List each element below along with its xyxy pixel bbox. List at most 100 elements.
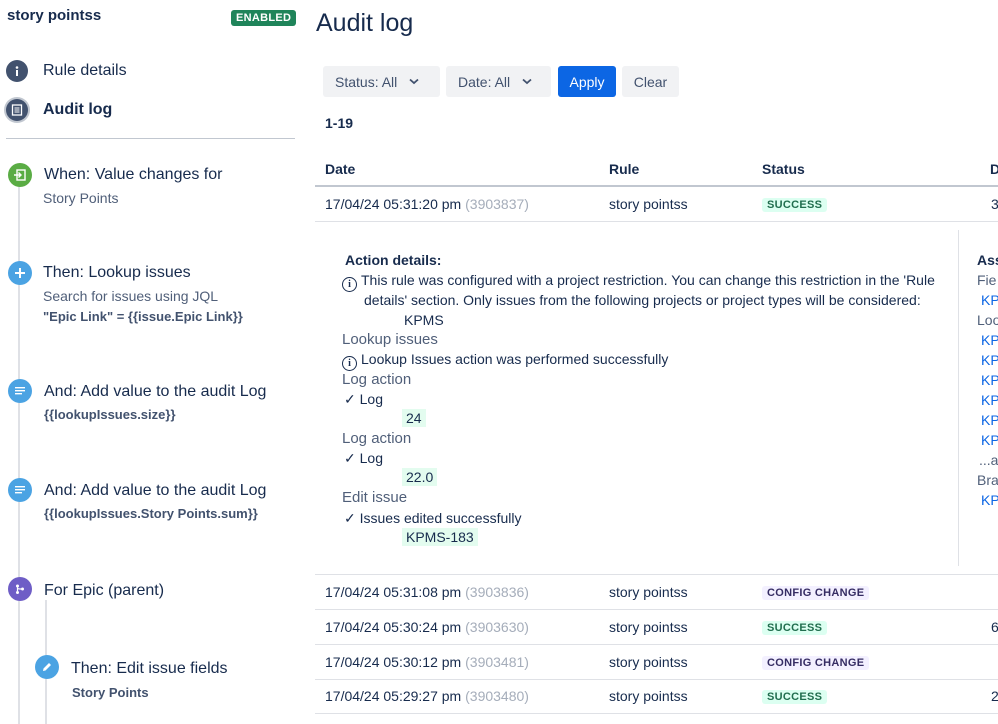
row-divider bbox=[315, 679, 998, 680]
chevron-down-icon bbox=[409, 78, 419, 85]
issue-link[interactable]: KP bbox=[981, 332, 998, 348]
issue-link[interactable]: KP bbox=[981, 392, 998, 408]
issue-link[interactable]: KP bbox=[981, 372, 998, 388]
action-details-panel: Action details: i This rule was configure… bbox=[315, 222, 998, 574]
pencil-icon bbox=[35, 655, 59, 679]
edit-issue-heading: Edit issue bbox=[342, 489, 408, 506]
step-add-audit-log[interactable]: And: Add value to the audit Log {{lookup… bbox=[0, 377, 295, 427]
step-trigger[interactable]: When: Value changes for Story Points bbox=[0, 160, 295, 210]
row-date[interactable]: 17/04/24 05:31:08 pm (3903836) bbox=[325, 584, 529, 600]
log-label: Log bbox=[359, 450, 383, 466]
info-icon bbox=[6, 60, 28, 82]
fields-label: Fie bbox=[977, 272, 997, 288]
log-value: 22.0 bbox=[402, 468, 438, 486]
main-content: Audit log Status: All Date: All Apply Cl… bbox=[300, 0, 998, 724]
status-badge: SUCCESS bbox=[762, 690, 828, 704]
column-header-d: D bbox=[990, 161, 998, 177]
issue-link[interactable]: KP bbox=[981, 292, 998, 308]
date-filter-label: Date: All bbox=[458, 73, 511, 90]
column-header-rule: Rule bbox=[609, 161, 640, 177]
step-subtitle: Story Points bbox=[43, 190, 119, 206]
step-subtitle: Search for issues using JQL bbox=[43, 288, 219, 304]
status-badge: CONFIG CHANGE bbox=[762, 656, 870, 670]
log-line: ✓ Log bbox=[344, 450, 383, 467]
log-action-heading: Log action bbox=[342, 371, 412, 388]
execution-id: (3903481) bbox=[465, 654, 529, 670]
nav-rule-details[interactable]: Rule details bbox=[6, 58, 127, 84]
date-filter-dropdown[interactable]: Date: All bbox=[446, 66, 551, 97]
row-divider bbox=[315, 713, 998, 714]
info-icon: i bbox=[342, 356, 357, 371]
row-divider bbox=[315, 574, 998, 575]
issue-link[interactable]: KP bbox=[981, 432, 998, 448]
row-date[interactable]: 17/04/24 05:30:12 pm (3903481) bbox=[325, 654, 529, 670]
edit-message-text: Issues edited successfully bbox=[359, 510, 522, 526]
step-title: Then: Lookup issues bbox=[43, 264, 191, 281]
action-details-title: Action details: bbox=[345, 252, 442, 268]
date-text: 17/04/24 05:29:27 pm bbox=[325, 688, 462, 704]
result-range: 1-19 bbox=[325, 115, 354, 131]
header-divider bbox=[315, 185, 998, 187]
nav-audit-log-label: Audit log bbox=[43, 101, 113, 118]
row-extra: 6 bbox=[991, 619, 998, 635]
restriction-project: KPMS bbox=[404, 312, 444, 328]
list-icon bbox=[6, 99, 28, 121]
date-text: 17/04/24 05:31:08 pm bbox=[325, 584, 462, 600]
column-header-status: Status bbox=[762, 161, 805, 177]
row-date[interactable]: 17/04/24 05:30:24 pm (3903630) bbox=[325, 619, 529, 635]
step-value: {{lookupIssues.Story Points.sum}} bbox=[44, 506, 258, 521]
row-date[interactable]: 17/04/24 05:29:27 pm (3903480) bbox=[325, 688, 529, 704]
lookup-issues-message: i Lookup Issues action was performed succ… bbox=[342, 351, 668, 371]
check-icon: ✓ bbox=[344, 450, 356, 466]
plus-icon bbox=[8, 261, 32, 285]
log-action-heading: Log action bbox=[342, 430, 412, 447]
check-icon: ✓ bbox=[344, 510, 356, 526]
issue-link[interactable]: KP bbox=[981, 492, 998, 508]
step-field: Story Points bbox=[72, 685, 149, 700]
step-value: {{lookupIssues.size}} bbox=[44, 407, 176, 422]
issue-link[interactable]: KP bbox=[981, 412, 998, 428]
nav-audit-log[interactable]: Audit log bbox=[6, 97, 112, 123]
issue-link[interactable]: KP bbox=[981, 352, 998, 368]
restriction-text-1: This rule was configured with a project … bbox=[361, 272, 935, 288]
apply-button[interactable]: Apply bbox=[558, 66, 616, 97]
log-line: ✓ Log bbox=[344, 391, 383, 408]
rule-name: story pointss bbox=[7, 7, 102, 24]
restriction-line-2: details' section. Only issues from the f… bbox=[364, 292, 921, 308]
restriction-line-1: i This rule was configured with a project… bbox=[342, 272, 935, 292]
step-title: Then: Edit issue fields bbox=[71, 660, 228, 677]
status-filter-dropdown[interactable]: Status: All bbox=[323, 66, 440, 97]
more-link[interactable]: ...a bbox=[979, 452, 998, 468]
column-header-date: Date bbox=[325, 161, 356, 177]
step-title: For Epic (parent) bbox=[44, 582, 165, 599]
sidebar-divider bbox=[6, 138, 295, 139]
page-title: Audit log bbox=[316, 9, 414, 37]
step-title: And: Add value to the audit Log bbox=[44, 383, 267, 400]
row-rule: story pointss bbox=[609, 196, 688, 212]
chevron-down-icon bbox=[522, 78, 532, 85]
status-badge: SUCCESS bbox=[762, 198, 828, 212]
clear-button[interactable]: Clear bbox=[622, 66, 679, 97]
step-for-epic[interactable]: For Epic (parent) bbox=[0, 576, 295, 606]
step-edit-issue-fields[interactable]: Then: Edit issue fields Story Points bbox=[30, 654, 295, 704]
status-badge: CONFIG CHANGE bbox=[762, 586, 870, 600]
row-rule: story pointss bbox=[609, 584, 688, 600]
row-date[interactable]: 17/04/24 05:31:20 pm (3903837) bbox=[325, 196, 529, 212]
log-icon bbox=[8, 478, 32, 502]
step-add-audit-log[interactable]: And: Add value to the audit Log {{lookup… bbox=[0, 476, 295, 526]
date-text: 17/04/24 05:30:24 pm bbox=[325, 619, 462, 635]
lookup-label: Loo bbox=[977, 312, 998, 328]
lookup-issues-heading: Lookup issues bbox=[342, 331, 438, 348]
status-badge: SUCCESS bbox=[762, 621, 828, 635]
row-divider bbox=[315, 609, 998, 610]
status-filter-label: Status: All bbox=[335, 73, 398, 90]
enabled-badge: ENABLED bbox=[231, 10, 297, 26]
edited-issue-link[interactable]: KPMS-183 bbox=[402, 528, 478, 546]
edit-issue-message: ✓ Issues edited successfully bbox=[344, 510, 521, 527]
step-lookup-issues[interactable]: Then: Lookup issues Search for issues us… bbox=[0, 258, 295, 328]
execution-id: (3903630) bbox=[465, 619, 529, 635]
execution-id: (3903836) bbox=[465, 584, 529, 600]
date-text: 17/04/24 05:31:20 pm bbox=[325, 196, 462, 212]
row-rule: story pointss bbox=[609, 688, 688, 704]
log-value: 24 bbox=[402, 409, 426, 427]
